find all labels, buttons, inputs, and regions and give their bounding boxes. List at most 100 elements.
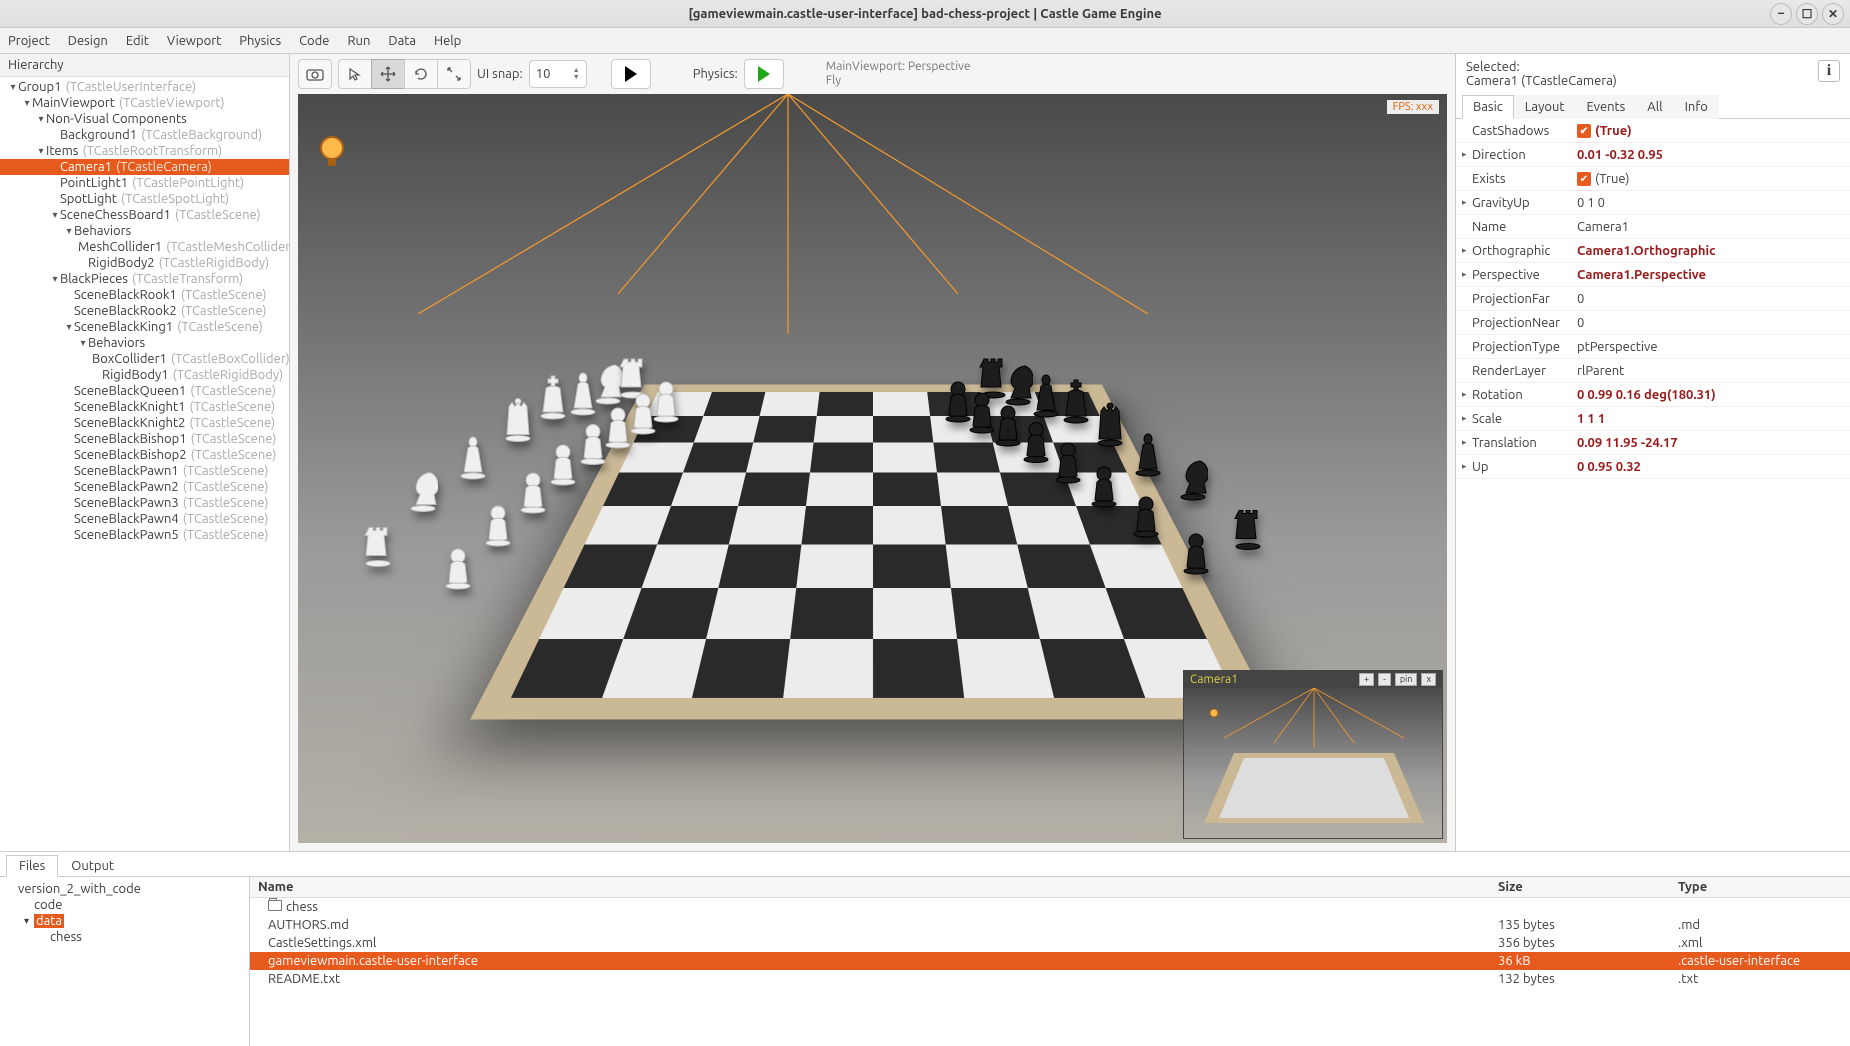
prop-row[interactable]: ▸Translation0.09 11.95 -24.17 bbox=[1456, 431, 1850, 455]
col-name[interactable]: Name bbox=[250, 877, 1490, 897]
tree-row[interactable]: SceneBlackPawn2(TCastleScene) bbox=[0, 479, 289, 495]
tree-row[interactable]: PointLight1(TCastlePointLight) bbox=[0, 175, 289, 191]
menu-design[interactable]: Design bbox=[68, 34, 108, 48]
tree-row[interactable]: ▾Items(TCastleRootTransform) bbox=[0, 143, 289, 159]
chess-piece bbox=[1021, 412, 1051, 470]
menu-data[interactable]: Data bbox=[388, 34, 416, 48]
tree-row[interactable]: ▾SceneChessBoard1(TCastleScene) bbox=[0, 207, 289, 223]
menu-help[interactable]: Help bbox=[434, 34, 461, 48]
file-row[interactable]: README.txt132 bytes.txt bbox=[250, 970, 1850, 988]
bottom-tab-output[interactable]: Output bbox=[58, 855, 127, 877]
tree-row[interactable]: ▾Group1(TCastleUserInterface) bbox=[0, 79, 289, 95]
prop-row[interactable]: ProjectionFar0 bbox=[1456, 287, 1850, 311]
folder-row[interactable]: ▾data bbox=[4, 913, 245, 929]
scale-tool-button[interactable] bbox=[437, 59, 471, 89]
camera-pin-button[interactable]: pin bbox=[1395, 673, 1418, 686]
chess-piece bbox=[651, 375, 681, 426]
tab-all[interactable]: All bbox=[1636, 95, 1673, 119]
file-list[interactable]: Name Size Type chessAUTHORS.md135 bytes.… bbox=[250, 877, 1850, 1046]
run-button[interactable] bbox=[611, 59, 651, 89]
tree-row[interactable]: SceneBlackPawn1(TCastleScene) bbox=[0, 463, 289, 479]
file-row[interactable]: CastleSettings.xml356 bytes.xml bbox=[250, 934, 1850, 952]
tree-row[interactable]: RigidBody2(TCastleRigidBody) bbox=[0, 255, 289, 271]
select-tool-button[interactable] bbox=[338, 59, 372, 89]
menu-viewport[interactable]: Viewport bbox=[167, 34, 221, 48]
chess-piece bbox=[503, 371, 533, 469]
tree-row[interactable]: SceneBlackBishop1(TCastleScene) bbox=[0, 431, 289, 447]
prop-row[interactable]: ▸GravityUp0 1 0 bbox=[1456, 191, 1850, 215]
prop-row[interactable]: CastShadows✔ (True) bbox=[1456, 119, 1850, 143]
center-panel: UI snap: 10 ▲▼ Physics: MainViewport: Pe… bbox=[290, 54, 1455, 851]
tree-row[interactable]: RigidBody1(TCastleRigidBody) bbox=[0, 367, 289, 383]
file-row[interactable]: gameviewmain.castle-user-interface36 kB.… bbox=[250, 952, 1850, 970]
tree-row[interactable]: SceneBlackRook1(TCastleScene) bbox=[0, 287, 289, 303]
file-row[interactable]: AUTHORS.md135 bytes.md bbox=[250, 916, 1850, 934]
tree-row[interactable]: ▾SceneBlackKing1(TCastleScene) bbox=[0, 319, 289, 335]
file-row[interactable]: chess bbox=[250, 898, 1850, 916]
prop-row[interactable]: Exists✔ (True) bbox=[1456, 167, 1850, 191]
inspector-properties[interactable]: CastShadows✔ (True)▸Direction0.01 -0.32 … bbox=[1456, 119, 1850, 851]
tree-row[interactable]: MeshCollider1(TCastleMeshCollider) bbox=[0, 239, 289, 255]
tree-row[interactable]: SpotLight(TCastleSpotLight) bbox=[0, 191, 289, 207]
prop-row[interactable]: ▸Up0 0.95 0.32 bbox=[1456, 455, 1850, 479]
menu-project[interactable]: Project bbox=[8, 34, 50, 48]
folder-row[interactable]: code bbox=[4, 897, 245, 913]
hierarchy-tree[interactable]: ▾Group1(TCastleUserInterface)▾MainViewpo… bbox=[0, 77, 289, 851]
tab-basic[interactable]: Basic bbox=[1462, 95, 1514, 119]
tab-events[interactable]: Events bbox=[1575, 95, 1636, 119]
physics-play-button[interactable] bbox=[744, 59, 784, 89]
tree-row[interactable]: ▾MainViewport(TCastleViewport) bbox=[0, 95, 289, 111]
prop-row[interactable]: ProjectionTypeptPerspective bbox=[1456, 335, 1850, 359]
folder-tree[interactable]: version_2_with_codecode▾datachess bbox=[0, 877, 250, 1046]
rotate-tool-button[interactable] bbox=[404, 59, 438, 89]
prop-row[interactable]: ▸OrthographicCamera1.Orthographic bbox=[1456, 239, 1850, 263]
folder-row[interactable]: chess bbox=[4, 929, 245, 945]
camera-zoom-out-button[interactable]: - bbox=[1378, 673, 1391, 686]
camera-zoom-in-button[interactable]: + bbox=[1359, 673, 1374, 686]
menu-code[interactable]: Code bbox=[299, 34, 329, 48]
prop-row[interactable]: NameCamera1 bbox=[1456, 215, 1850, 239]
screenshot-button[interactable] bbox=[298, 59, 332, 89]
tree-row[interactable]: ▾Behaviors bbox=[0, 335, 289, 351]
maximize-button[interactable]: ☐ bbox=[1796, 3, 1818, 25]
camera-preview-label: Camera1 bbox=[1190, 673, 1238, 686]
menu-physics[interactable]: Physics bbox=[239, 34, 281, 48]
info-button[interactable]: i bbox=[1818, 60, 1840, 82]
tree-row[interactable]: ▾Non-Visual Components bbox=[0, 111, 289, 127]
tree-row[interactable]: SceneBlackKnight2(TCastleScene) bbox=[0, 415, 289, 431]
prop-row[interactable]: ProjectionNear0 bbox=[1456, 311, 1850, 335]
move-tool-button[interactable] bbox=[371, 59, 405, 89]
tree-row[interactable]: SceneBlackPawn3(TCastleScene) bbox=[0, 495, 289, 511]
camera-preview[interactable]: Camera1 + - pin x bbox=[1183, 670, 1443, 839]
tree-row[interactable]: ▾Behaviors bbox=[0, 223, 289, 239]
snap-input[interactable]: 10 ▲▼ bbox=[529, 60, 587, 88]
minimize-button[interactable]: – bbox=[1770, 3, 1792, 25]
prop-row[interactable]: ▸Direction0.01 -0.32 0.95 bbox=[1456, 143, 1850, 167]
tree-row[interactable]: Camera1(TCastleCamera) bbox=[0, 159, 289, 175]
tree-row[interactable]: SceneBlackKnight1(TCastleScene) bbox=[0, 399, 289, 415]
tab-layout[interactable]: Layout bbox=[1514, 95, 1576, 119]
tree-row[interactable]: Background1(TCastleBackground) bbox=[0, 127, 289, 143]
menu-run[interactable]: Run bbox=[347, 34, 370, 48]
bottom-tab-files[interactable]: Files bbox=[6, 855, 58, 877]
prop-row[interactable]: RenderLayerrlParent bbox=[1456, 359, 1850, 383]
tree-row[interactable]: SceneBlackBishop2(TCastleScene) bbox=[0, 447, 289, 463]
col-type[interactable]: Type bbox=[1670, 877, 1850, 897]
close-button[interactable]: ✕ bbox=[1822, 3, 1844, 25]
prop-row[interactable]: ▸Rotation0 0.99 0.16 deg(180.31) bbox=[1456, 383, 1850, 407]
tree-row[interactable]: BoxCollider1(TCastleBoxCollider) bbox=[0, 351, 289, 367]
menu-edit[interactable]: Edit bbox=[126, 34, 149, 48]
viewport-3d[interactable]: FPS: xxx Camera1 bbox=[298, 94, 1447, 843]
camera-close-button[interactable]: x bbox=[1421, 673, 1436, 686]
tree-row[interactable]: ▾BlackPieces(TCastleTransform) bbox=[0, 271, 289, 287]
folder-row[interactable]: version_2_with_code bbox=[4, 881, 245, 897]
tree-row[interactable]: SceneBlackQueen1(TCastleScene) bbox=[0, 383, 289, 399]
prop-row[interactable]: ▸PerspectiveCamera1.Perspective bbox=[1456, 263, 1850, 287]
tab-info[interactable]: Info bbox=[1674, 95, 1719, 119]
tree-row[interactable]: SceneBlackRook2(TCastleScene) bbox=[0, 303, 289, 319]
tree-row[interactable]: SceneBlackPawn5(TCastleScene) bbox=[0, 527, 289, 543]
col-size[interactable]: Size bbox=[1490, 877, 1670, 897]
tree-row[interactable]: SceneBlackPawn4(TCastleScene) bbox=[0, 511, 289, 527]
prop-row[interactable]: ▸Scale1 1 1 bbox=[1456, 407, 1850, 431]
chess-piece bbox=[483, 490, 513, 559]
